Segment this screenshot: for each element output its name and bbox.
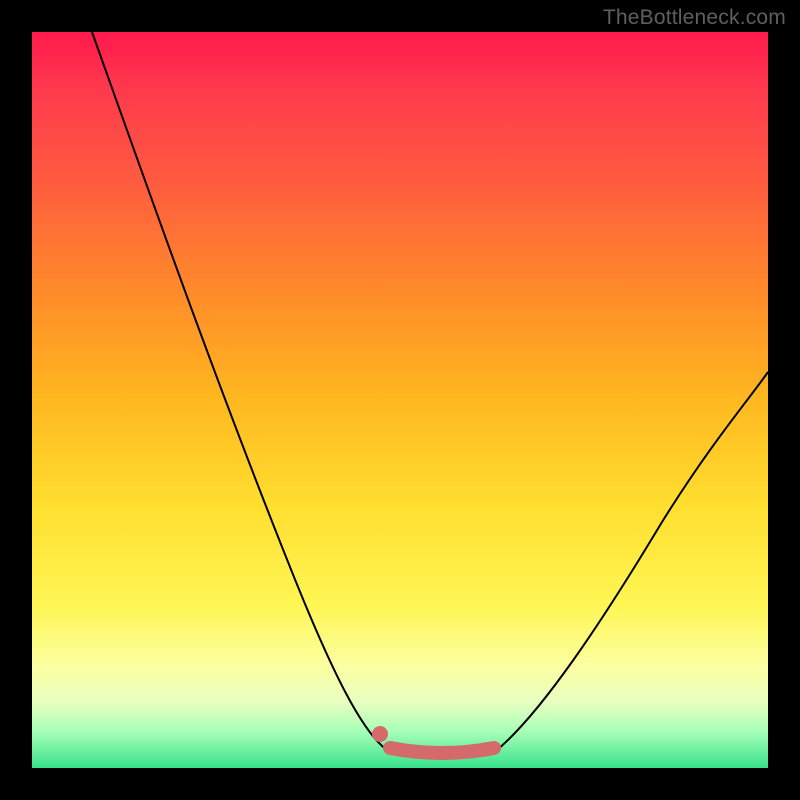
gradient-plot-area [32, 32, 768, 768]
outer-frame: TheBottleneck.com [0, 0, 800, 800]
bottleneck-curve [32, 32, 768, 768]
curve-right-branch [497, 372, 768, 750]
basin-start-dot [372, 726, 388, 742]
curve-left-branch [92, 32, 387, 750]
basin-highlight [390, 748, 494, 753]
watermark-text: TheBottleneck.com [603, 6, 786, 30]
